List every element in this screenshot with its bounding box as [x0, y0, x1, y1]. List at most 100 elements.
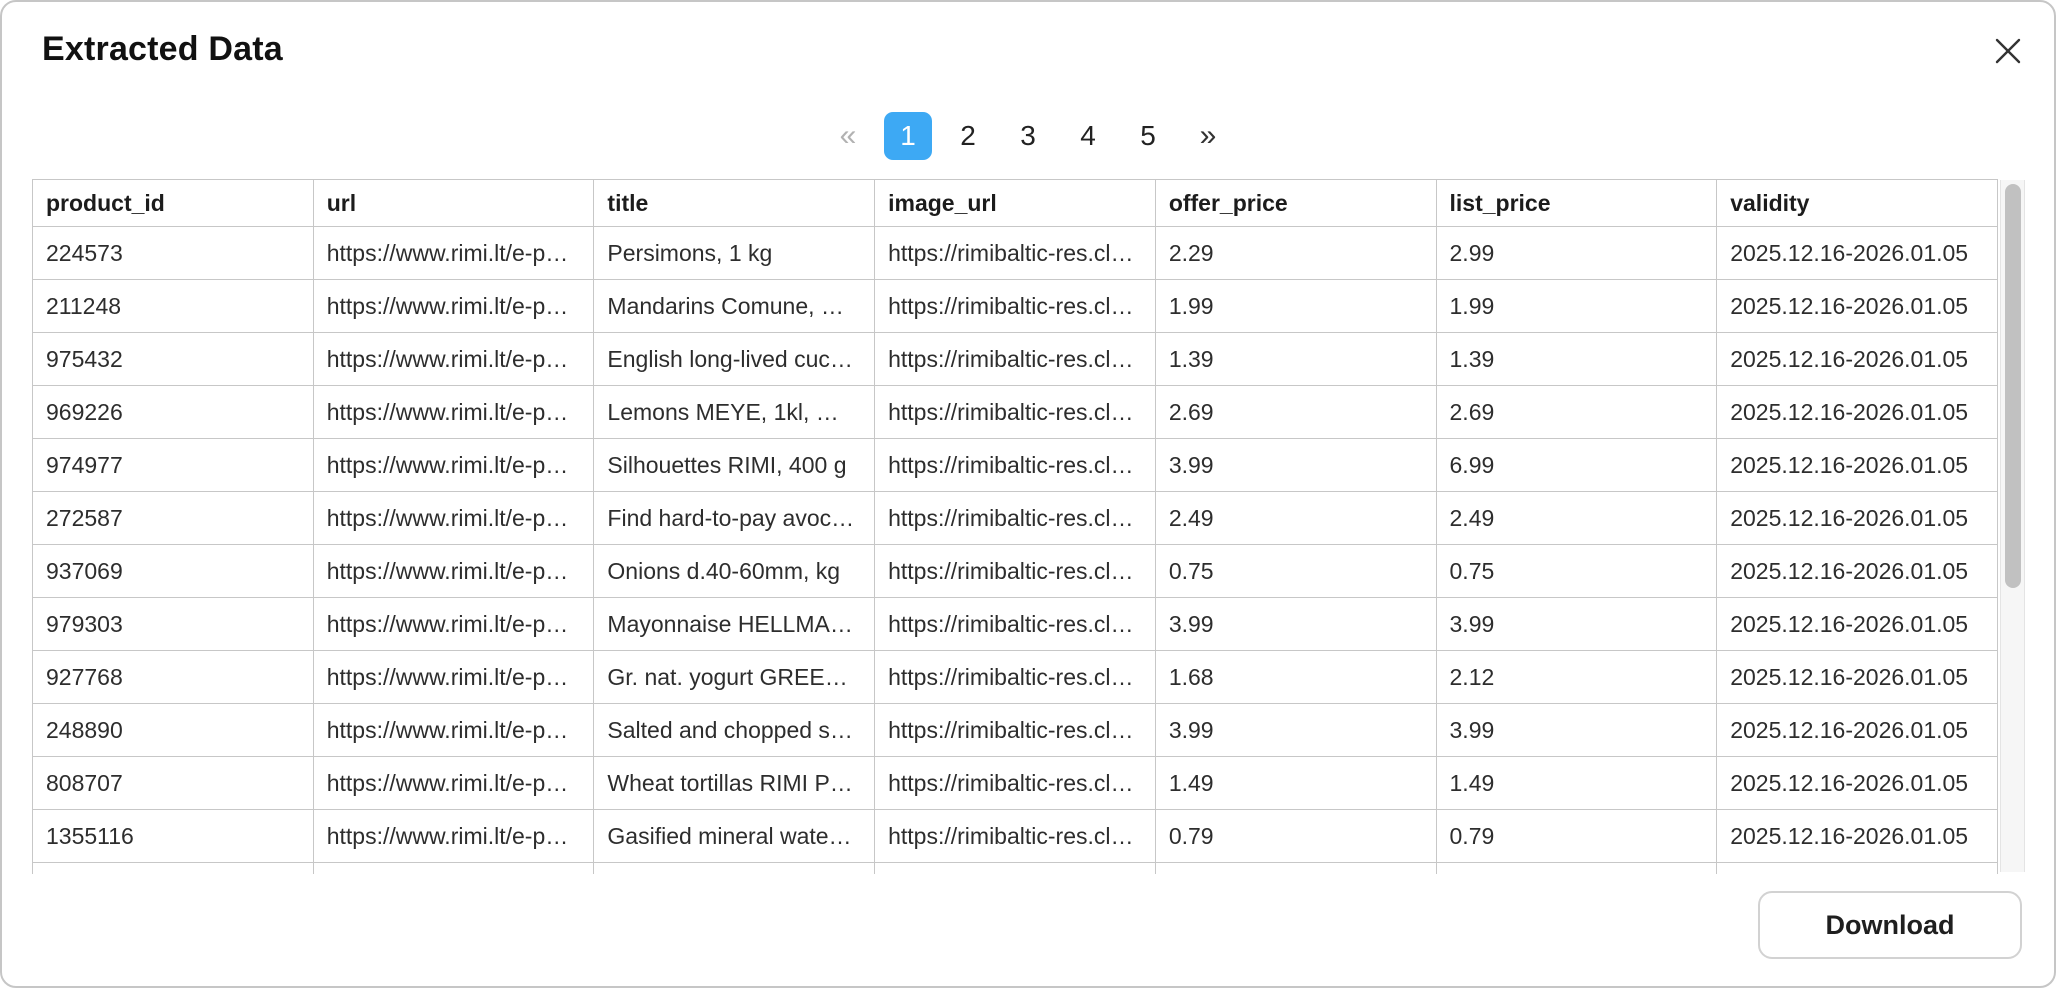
- table-row: 969226https://www.rimi.lt/e-p…Lemons MEY…: [33, 386, 1998, 439]
- cell-title: Silhouettes RIMI, 400 g: [594, 439, 875, 492]
- cell-offer_price: 1.49: [1155, 757, 1436, 810]
- table-row: 937069https://www.rimi.lt/e-p…Onions d.4…: [33, 545, 1998, 598]
- cell-product_id: 248890: [33, 704, 314, 757]
- download-button[interactable]: Download: [1758, 891, 2022, 959]
- pagination-page-3[interactable]: 3: [1004, 112, 1052, 160]
- cell-offer_price: 0.79: [1155, 810, 1436, 863]
- cell-product_id: 937069: [33, 545, 314, 598]
- cell-list_price: 2.99: [1436, 227, 1717, 280]
- column-header-validity: validity: [1717, 180, 1998, 227]
- cell-url: https://www.rimi.lt/e-p…: [313, 757, 594, 810]
- cell-url: https://www.rimi.lt/e-p…: [313, 651, 594, 704]
- cell-url: https://www.rimi.lt/e-p…: [313, 492, 594, 545]
- cell-list_price: 3.99: [1436, 598, 1717, 651]
- table-row: 1355116https://www.rimi.lt/e-p…Gasified …: [33, 810, 1998, 863]
- cell-image_url: [875, 863, 1156, 875]
- table-header: product_idurltitleimage_urloffer_priceli…: [33, 180, 1998, 227]
- cell-title: Mandarins Comune, …: [594, 280, 875, 333]
- cell-title: English long-lived cuc…: [594, 333, 875, 386]
- extracted-data-modal: Extracted Data «12345» product_idurltitl…: [0, 0, 2056, 988]
- cell-offer_price: [1155, 863, 1436, 875]
- table-row: 272587https://www.rimi.lt/e-p…Find hard-…: [33, 492, 1998, 545]
- cell-validity: 2025.12.16-2026.01.05: [1717, 598, 1998, 651]
- cell-image_url: https://rimibaltic-res.cl…: [875, 280, 1156, 333]
- cell-product_id: [33, 863, 314, 875]
- cell-list_price: 2.49: [1436, 492, 1717, 545]
- cell-validity: 2025.12.16-2026.01.05: [1717, 280, 1998, 333]
- pagination-page-2[interactable]: 2: [944, 112, 992, 160]
- table-row: 975432https://www.rimi.lt/e-p…English lo…: [33, 333, 1998, 386]
- cell-list_price: 2.69: [1436, 386, 1717, 439]
- cell-list_price: 0.75: [1436, 545, 1717, 598]
- table-row: 224573https://www.rimi.lt/e-p…Persimons,…: [33, 227, 1998, 280]
- cell-validity: 2025.12.16-2026.01.05: [1717, 545, 1998, 598]
- cell-image_url: https://rimibaltic-res.cl…: [875, 227, 1156, 280]
- cell-image_url: https://rimibaltic-res.cl…: [875, 757, 1156, 810]
- cell-image_url: https://rimibaltic-res.cl…: [875, 492, 1156, 545]
- cell-title: Wheat tortillas RIMI P…: [594, 757, 875, 810]
- cell-image_url: https://rimibaltic-res.cl…: [875, 810, 1156, 863]
- cell-image_url: https://rimibaltic-res.cl…: [875, 439, 1156, 492]
- table-scrollbar-thumb[interactable]: [2005, 184, 2021, 588]
- cell-title: Onions d.40-60mm, kg: [594, 545, 875, 598]
- column-header-title: title: [594, 180, 875, 227]
- table-row: 211248https://www.rimi.lt/e-p…Mandarins …: [33, 280, 1998, 333]
- column-header-product_id: product_id: [33, 180, 314, 227]
- cell-list_price: 6.99: [1436, 439, 1717, 492]
- cell-list_price: 1.99: [1436, 280, 1717, 333]
- column-header-url: url: [313, 180, 594, 227]
- cell-product_id: 974977: [33, 439, 314, 492]
- cell-title: Mayonnaise HELLMA…: [594, 598, 875, 651]
- cell-validity: 2025.12.16-2026.01.05: [1717, 757, 1998, 810]
- cell-url: [313, 863, 594, 875]
- cell-product_id: 927768: [33, 651, 314, 704]
- cell-product_id: 975432: [33, 333, 314, 386]
- cell-product_id: 979303: [33, 598, 314, 651]
- cell-offer_price: 1.68: [1155, 651, 1436, 704]
- cell-product_id: 211248: [33, 280, 314, 333]
- table-scrollbar-track[interactable]: [2000, 180, 2025, 872]
- column-header-image_url: image_url: [875, 180, 1156, 227]
- pagination-page-1[interactable]: 1: [884, 112, 932, 160]
- cell-product_id: 969226: [33, 386, 314, 439]
- cell-image_url: https://rimibaltic-res.cl…: [875, 598, 1156, 651]
- cell-list_price: 2.12: [1436, 651, 1717, 704]
- cell-url: https://www.rimi.lt/e-p…: [313, 333, 594, 386]
- cell-url: https://www.rimi.lt/e-p…: [313, 280, 594, 333]
- cell-url: https://www.rimi.lt/e-p…: [313, 439, 594, 492]
- table-row: 808707https://www.rimi.lt/e-p…Wheat tort…: [33, 757, 1998, 810]
- table-header-row: product_idurltitleimage_urloffer_priceli…: [33, 180, 1998, 227]
- cell-title: Persimons, 1 kg: [594, 227, 875, 280]
- pagination-prev[interactable]: «: [824, 112, 872, 160]
- cell-offer_price: 3.99: [1155, 439, 1436, 492]
- cell-url: https://www.rimi.lt/e-p…: [313, 704, 594, 757]
- cell-image_url: https://rimibaltic-res.cl…: [875, 704, 1156, 757]
- cell-url: https://www.rimi.lt/e-p…: [313, 545, 594, 598]
- cell-title: Salted and chopped s…: [594, 704, 875, 757]
- cell-offer_price: 2.29: [1155, 227, 1436, 280]
- pagination-page-5[interactable]: 5: [1124, 112, 1172, 160]
- cell-image_url: https://rimibaltic-res.cl…: [875, 651, 1156, 704]
- cell-offer_price: 3.99: [1155, 598, 1436, 651]
- cell-offer_price: 3.99: [1155, 704, 1436, 757]
- cell-url: https://www.rimi.lt/e-p…: [313, 227, 594, 280]
- pagination-page-4[interactable]: 4: [1064, 112, 1112, 160]
- cell-validity: 2025.12.16-2026.01.05: [1717, 651, 1998, 704]
- page-title: Extracted Data: [42, 30, 283, 69]
- table-row: 979303https://www.rimi.lt/e-p…Mayonnaise…: [33, 598, 1998, 651]
- table-body: 224573https://www.rimi.lt/e-p…Persimons,…: [33, 227, 1998, 875]
- table-row: 927768https://www.rimi.lt/e-p…Gr. nat. y…: [33, 651, 1998, 704]
- data-table-wrap: product_idurltitleimage_urloffer_priceli…: [32, 179, 1998, 874]
- close-button[interactable]: [1984, 28, 2032, 76]
- cell-list_price: 0.79: [1436, 810, 1717, 863]
- column-header-offer_price: offer_price: [1155, 180, 1436, 227]
- close-icon: [1994, 37, 2022, 68]
- cell-product_id: 1355116: [33, 810, 314, 863]
- cell-offer_price: 0.75: [1155, 545, 1436, 598]
- pagination-next[interactable]: »: [1184, 112, 1232, 160]
- cell-title: Gasified mineral wate…: [594, 810, 875, 863]
- cell-offer_price: 1.99: [1155, 280, 1436, 333]
- cell-offer_price: 1.39: [1155, 333, 1436, 386]
- cell-list_price: 3.99: [1436, 704, 1717, 757]
- cell-validity: 2025.12.16-2026.01.05: [1717, 492, 1998, 545]
